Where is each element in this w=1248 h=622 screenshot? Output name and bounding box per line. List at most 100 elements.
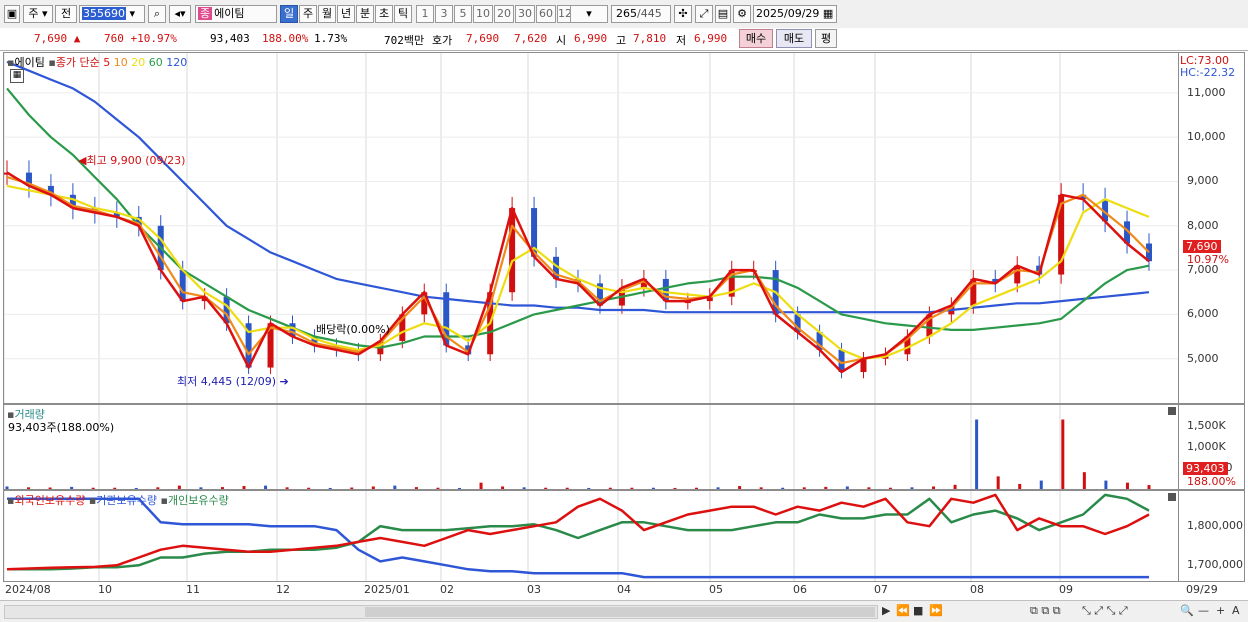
save-icon[interactable]: ▤ xyxy=(715,5,731,23)
interval-30[interactable]: 30 xyxy=(515,5,535,23)
interval-3[interactable]: 3 xyxy=(435,5,453,23)
table-icon[interactable]: ▦ xyxy=(10,69,24,83)
holdings-legend: ▪외국인보유수량 ▪기관보유수량 ▪개인보유수량 xyxy=(7,492,229,508)
date-field[interactable]: 2025/09/29 ▦ xyxy=(753,5,837,23)
draw-tool-icon[interactable]: ⤢ xyxy=(695,5,713,23)
drawing-tools-icon[interactable]: ⤡ ⤢ ⤡ ⤢ xyxy=(1082,604,1128,618)
stop-icon[interactable]: ■ xyxy=(913,604,923,617)
price-chart-pane[interactable]: ▪에이팀 ▪종가 단순 5 10 20 60 120 ▦ ◀최고 9,900 (… xyxy=(3,52,1179,404)
interval-5[interactable]: 5 xyxy=(454,5,472,23)
high-price: 7,810 xyxy=(633,32,667,45)
volume-bar xyxy=(27,487,31,489)
open-price: 6,990 xyxy=(574,32,608,45)
interval-select[interactable]: ▾ xyxy=(570,5,608,23)
volume-bar xyxy=(177,485,181,489)
volume-pane[interactable]: ▪거래량 93,403주(188.00%) xyxy=(3,404,1179,490)
high-label: 고 xyxy=(616,34,627,47)
holdings-legend-1: ▪기관보유수량 xyxy=(88,494,158,507)
hc-label: HC:-22.32 xyxy=(1180,66,1236,79)
rewind-icon[interactable]: ⏪ xyxy=(896,604,910,617)
volume-bar xyxy=(781,487,785,489)
holdings-tick-label: 1,800,000 xyxy=(1187,519,1243,533)
gear-icon[interactable]: ⚙ xyxy=(733,5,751,23)
volume-bar xyxy=(716,487,720,489)
price-tick-label: 11,000 xyxy=(1187,85,1226,99)
interval-20[interactable]: 20 xyxy=(494,5,514,23)
x-axis-label: 09 xyxy=(1059,583,1073,596)
dividend-annotation: 배당락(0.00%) xyxy=(316,323,390,336)
zoom-out-icon[interactable]: 🔍 xyxy=(1180,604,1194,617)
calendar-icon[interactable]: ▦ xyxy=(823,7,833,20)
market-select[interactable]: 주 ▾ xyxy=(23,5,53,23)
bar-count-field[interactable]: 265/445 xyxy=(611,5,671,23)
volume-bar xyxy=(156,487,160,489)
volume-bar xyxy=(436,487,440,489)
last-price-tag: 7,690 xyxy=(1183,240,1221,253)
volume-bar xyxy=(587,487,591,489)
crosshair-icon[interactable]: ✣ xyxy=(674,5,692,23)
x-axis-label: 09/29 xyxy=(1186,583,1218,596)
price-info-bar: 7,690 ▲ 760 +10.97% 93,403 188.00% 1.73%… xyxy=(0,28,1248,51)
volume-bar xyxy=(242,486,246,489)
stock-code-input[interactable]: 355690 ▾ xyxy=(79,5,145,23)
volume-bar xyxy=(888,487,892,489)
ma-label: 종가 단순 xyxy=(55,56,100,69)
period-5[interactable]: 초 xyxy=(375,5,393,23)
period-1[interactable]: 주 xyxy=(299,5,317,23)
eval-button[interactable]: 평 xyxy=(815,29,837,48)
zoom-tools-icon[interactable]: ⧉ ⧉ ⧉ xyxy=(1030,604,1061,618)
font-size-icon[interactable]: A xyxy=(1232,604,1240,617)
speaker-icon[interactable]: ◂▾ xyxy=(169,5,191,23)
volume-bar xyxy=(501,486,505,489)
play-icon[interactable]: ▶ xyxy=(882,604,890,617)
period-2[interactable]: 월 xyxy=(318,5,336,23)
sell-button[interactable]: 매도 xyxy=(776,29,812,48)
interval-60[interactable]: 60 xyxy=(536,5,556,23)
pane-close-icon[interactable] xyxy=(1168,407,1176,415)
x-axis-label: 10 xyxy=(98,583,112,596)
volume-bar xyxy=(802,487,806,489)
chart-layout-icon[interactable]: ▣ xyxy=(4,5,20,23)
period-0[interactable]: 일 xyxy=(280,5,298,23)
scrollbar-thumb[interactable] xyxy=(365,607,875,617)
price-tick-label: 9,000 xyxy=(1187,174,1219,188)
volume-bar xyxy=(285,487,289,489)
turnover: 1.73% xyxy=(314,32,348,45)
x-axis-label: 05 xyxy=(709,583,723,596)
volume-bar xyxy=(910,487,914,489)
volume-tick-label: 1,500K xyxy=(1187,418,1226,432)
last-pct-tag: 10.97% xyxy=(1187,253,1229,266)
volume-bar xyxy=(630,487,634,489)
x-axis-label: 11 xyxy=(186,583,200,596)
interval-1[interactable]: 1 xyxy=(416,5,434,23)
price-change: 760 +10.97% xyxy=(104,32,177,45)
period-4[interactable]: 분 xyxy=(356,5,374,23)
x-axis-label: 2024/08 xyxy=(5,583,51,596)
volume-bar xyxy=(565,487,569,489)
horizontal-scrollbar[interactable] xyxy=(4,605,878,619)
period-3[interactable]: 년 xyxy=(337,5,355,23)
minus-icon[interactable]: — xyxy=(1198,604,1209,617)
volume-bar xyxy=(975,419,979,489)
stock-name-field[interactable]: 종 에이팀 xyxy=(195,5,277,23)
volume-bar xyxy=(867,487,871,489)
pane-close-icon[interactable] xyxy=(1168,493,1176,501)
search-icon[interactable]: ⌕ xyxy=(148,5,166,23)
period-6[interactable]: 틱 xyxy=(394,5,412,23)
volume-bar xyxy=(371,486,375,489)
holdings-tick-label: 1,700,000 xyxy=(1187,558,1243,572)
volume-bar xyxy=(1039,480,1043,489)
holdings-pane[interactable]: ▪외국인보유수량 ▪기관보유수량 ▪개인보유수량 xyxy=(3,490,1179,582)
interval-10[interactable]: 10 xyxy=(473,5,493,23)
buy-button[interactable]: 매수 xyxy=(739,29,773,48)
volume-bar xyxy=(1082,472,1086,489)
plus-icon[interactable]: + xyxy=(1216,604,1225,617)
volume-bar xyxy=(350,487,354,489)
ma-legend-10: 10 xyxy=(110,56,128,69)
market-select-2[interactable]: 전 xyxy=(55,5,77,23)
volume-bar xyxy=(953,484,957,489)
forward-icon[interactable]: ⏩ xyxy=(929,604,943,617)
price-y-axis: 5,000 6,000 7,000 8,000 9,000 10,000 11,000 LC… xyxy=(1179,52,1245,404)
x-axis-label: 2025/01 xyxy=(364,583,410,596)
volume-tag: 93,403 xyxy=(1183,462,1228,475)
